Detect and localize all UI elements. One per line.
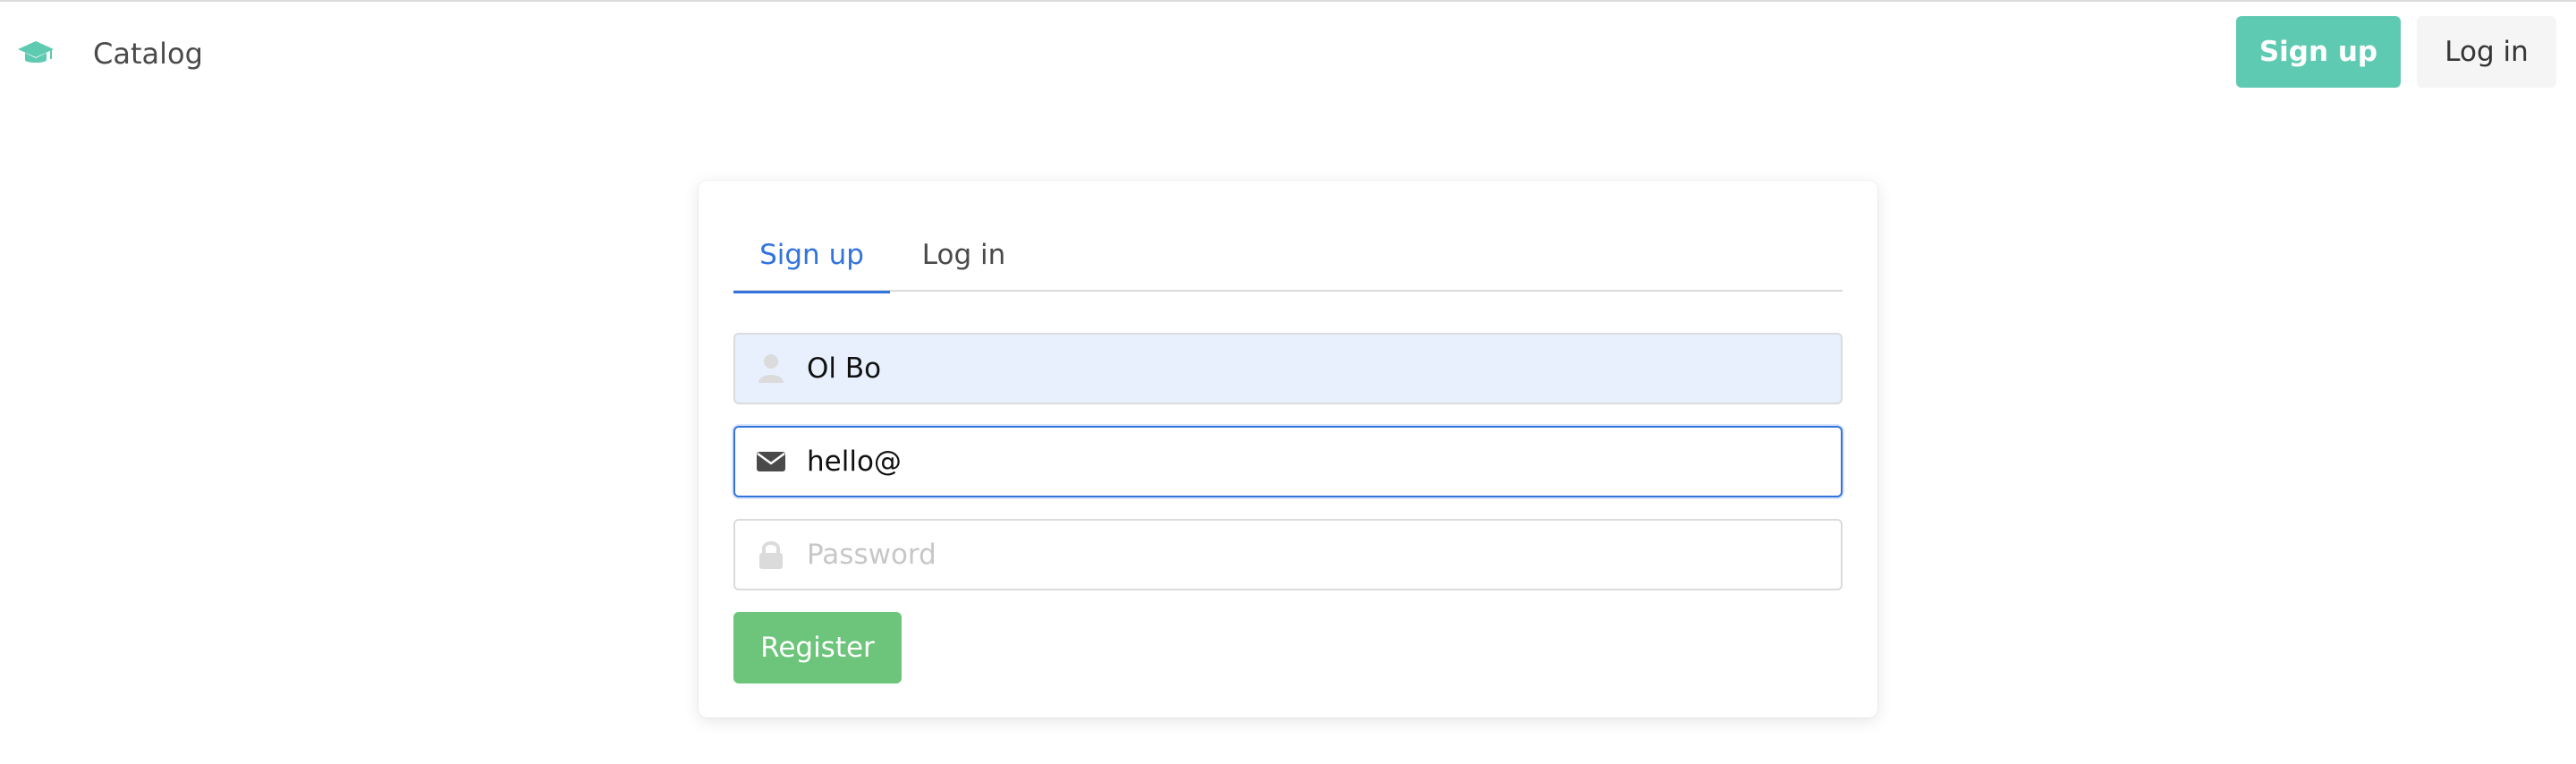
register-button[interactable]: Register bbox=[733, 612, 902, 683]
password-input[interactable] bbox=[807, 521, 1826, 589]
lock-icon bbox=[755, 539, 787, 571]
auth-tabs: Sign up Log in bbox=[733, 225, 1843, 293]
name-input[interactable] bbox=[807, 335, 1826, 403]
email-field[interactable] bbox=[733, 426, 1843, 497]
tab-signup[interactable]: Sign up bbox=[733, 225, 890, 293]
name-field[interactable] bbox=[733, 333, 1843, 404]
graduation-cap-icon[interactable] bbox=[16, 39, 55, 66]
password-field[interactable] bbox=[733, 519, 1843, 590]
auth-card: Sign up Log in Register bbox=[699, 181, 1877, 717]
envelope-icon bbox=[755, 446, 787, 478]
login-button[interactable]: Log in bbox=[2417, 16, 2556, 88]
signup-button[interactable]: Sign up bbox=[2236, 16, 2401, 88]
user-icon bbox=[755, 352, 787, 385]
brand-link[interactable]: Catalog bbox=[93, 34, 203, 73]
tab-login[interactable]: Log in bbox=[890, 225, 1038, 292]
email-input[interactable] bbox=[807, 428, 1826, 496]
navbar: Catalog Sign up Log in bbox=[0, 2, 2576, 102]
